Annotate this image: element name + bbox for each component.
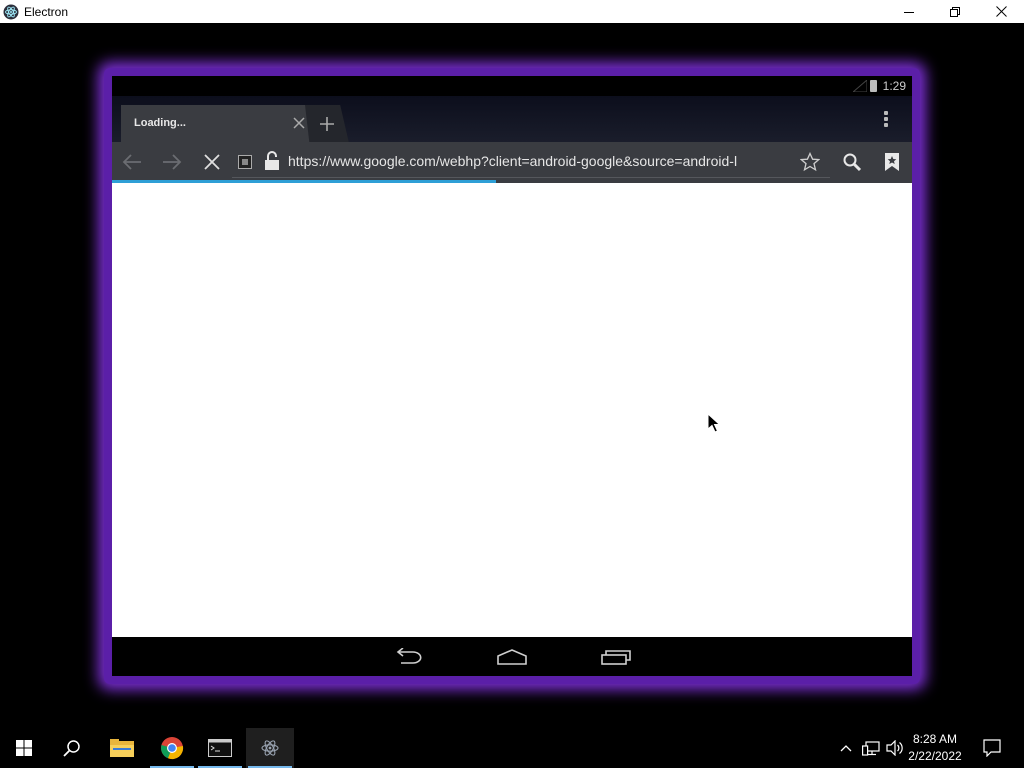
browser-toolbar: https://www.google.com/webhp?client=andr… xyxy=(112,142,912,182)
menu-dot xyxy=(884,117,888,121)
show-hidden-icons-button[interactable] xyxy=(836,728,856,768)
taskbar-date: 2/22/2022 xyxy=(908,749,962,763)
notification-icon xyxy=(983,739,1001,757)
search-icon xyxy=(63,740,80,757)
android-home-button[interactable] xyxy=(492,643,532,671)
electron-app-icon xyxy=(3,4,19,20)
minimize-button[interactable] xyxy=(886,0,932,23)
taskbar-clock[interactable]: 8:28 AM 2/22/2022 xyxy=(902,731,968,765)
star-icon xyxy=(800,152,820,172)
android-recents-button[interactable] xyxy=(596,643,636,671)
recents-icon xyxy=(601,650,631,665)
url-bar[interactable]: https://www.google.com/webhp?client=andr… xyxy=(232,146,830,178)
close-window-button[interactable] xyxy=(978,0,1024,23)
electron-icon xyxy=(261,740,279,756)
bookmark-star-button[interactable] xyxy=(796,148,824,176)
taskbar-terminal[interactable] xyxy=(196,728,244,768)
android-status-time: 1:29 xyxy=(882,79,906,93)
url-text: https://www.google.com/webhp?client=andr… xyxy=(288,153,738,169)
browser-tab-strip: Loading... xyxy=(112,96,912,143)
taskbar-time: 8:28 AM xyxy=(912,732,958,746)
close-icon xyxy=(293,117,305,129)
back-icon xyxy=(396,648,422,664)
signal-icon xyxy=(852,80,867,92)
search-icon xyxy=(843,153,862,172)
android-status-bar: 1:29 xyxy=(112,76,912,96)
minimize-icon xyxy=(904,11,914,13)
network-icon xyxy=(862,741,880,756)
battery-icon xyxy=(869,80,877,92)
start-button[interactable] xyxy=(0,728,48,768)
folder-icon xyxy=(110,739,134,757)
stop-x-icon xyxy=(204,154,220,170)
action-center-button[interactable] xyxy=(976,728,1008,768)
back-button[interactable] xyxy=(118,148,146,176)
tab-close-button[interactable] xyxy=(289,113,309,133)
plus-icon xyxy=(320,117,334,131)
android-back-button[interactable] xyxy=(388,643,428,671)
browser-tab[interactable]: Loading... xyxy=(121,105,313,143)
overflow-menu-button[interactable] xyxy=(876,108,896,130)
bookmarks-button[interactable] xyxy=(878,148,906,176)
restore-icon xyxy=(950,6,960,17)
chevron-up-icon xyxy=(840,745,852,752)
home-icon xyxy=(497,649,527,665)
terminal-icon xyxy=(208,739,232,757)
forward-button[interactable] xyxy=(158,148,186,176)
web-page-content[interactable] xyxy=(112,183,912,637)
close-icon xyxy=(995,6,1007,17)
taskbar-search-button[interactable] xyxy=(48,728,96,768)
mouse-cursor-icon xyxy=(707,413,721,433)
back-arrow-icon xyxy=(122,154,141,170)
network-tray-button[interactable] xyxy=(860,728,882,768)
site-favicon-icon xyxy=(238,155,252,169)
stop-loading-button[interactable] xyxy=(198,148,226,176)
window-title-bar: Electron xyxy=(0,0,1024,23)
lock-open-icon xyxy=(265,151,279,170)
taskbar-file-explorer[interactable] xyxy=(98,728,146,768)
search-button[interactable] xyxy=(838,148,866,176)
bookmarks-icon xyxy=(885,153,899,171)
window-controls xyxy=(886,0,1024,23)
new-tab-button[interactable] xyxy=(305,105,349,143)
restore-button[interactable] xyxy=(932,0,978,23)
android-navigation-bar xyxy=(112,637,912,676)
taskbar-electron[interactable] xyxy=(246,728,294,768)
windows-taskbar: 8:28 AM 2/22/2022 xyxy=(0,728,1024,768)
tab-title: Loading... xyxy=(134,117,186,129)
chrome-icon xyxy=(161,737,184,760)
windows-logo-icon xyxy=(16,740,32,756)
forward-arrow-icon xyxy=(163,154,182,170)
menu-dot xyxy=(884,111,888,115)
window-title: Electron xyxy=(24,4,69,19)
menu-dot xyxy=(884,123,888,127)
taskbar-chrome[interactable] xyxy=(148,728,196,768)
android-emulator-screen[interactable]: 1:29 Loading... https://www.google.com/w… xyxy=(112,76,912,676)
